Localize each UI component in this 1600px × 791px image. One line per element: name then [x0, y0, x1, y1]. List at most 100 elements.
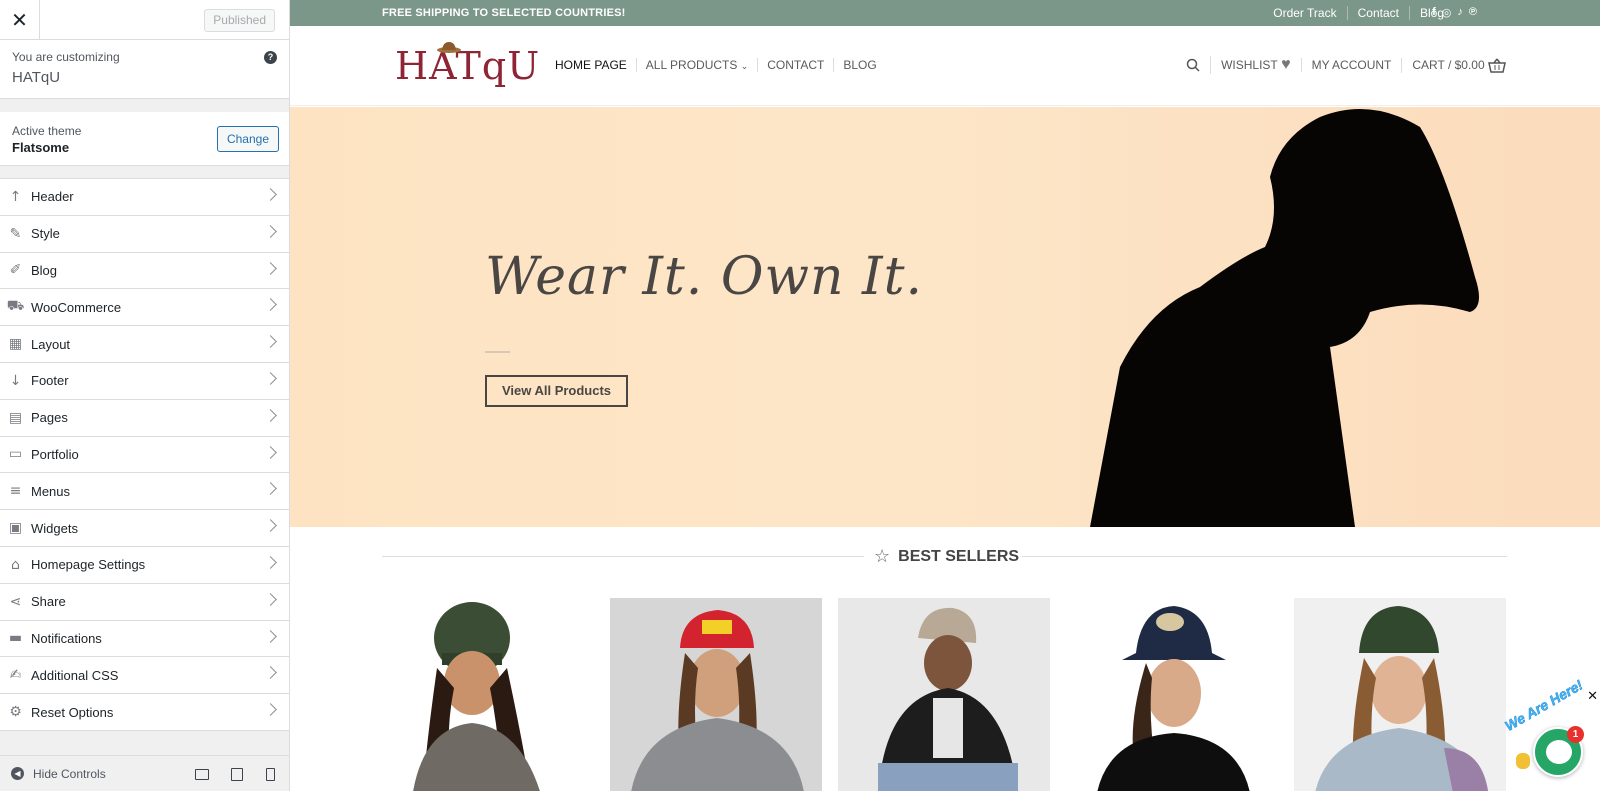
- panel-widgets[interactable]: ▣ Widgets: [0, 510, 289, 547]
- hero-banner: Wear It. Own It. View All Products: [290, 107, 1600, 527]
- chevron-down-icon: ⌄: [740, 61, 749, 71]
- change-theme-button[interactable]: Change: [216, 126, 279, 152]
- active-theme-section: Active theme Flatsome Change: [0, 112, 289, 166]
- search-icon[interactable]: [1176, 58, 1210, 72]
- heart-icon: ♥: [1281, 56, 1291, 73]
- top-links: Order Track Contact Blog: [1263, 6, 1454, 20]
- panel-notifications[interactable]: ▬ Notifications: [0, 620, 289, 658]
- panel-label: Homepage Settings: [31, 557, 146, 573]
- css-icon: ✍: [9, 667, 22, 684]
- chevron-right-icon: [264, 445, 277, 459]
- product-image[interactable]: [1294, 598, 1506, 791]
- gear-icon: ⚙: [9, 704, 22, 721]
- panel-label: Additional CSS: [31, 667, 119, 683]
- top-link-contact[interactable]: Contact: [1346, 6, 1409, 20]
- panel-woocommerce[interactable]: ⛟ WooCommerce: [0, 289, 289, 327]
- product-image[interactable]: [382, 598, 594, 791]
- panel-blog[interactable]: ✐ Blog: [0, 252, 289, 290]
- chevron-right-icon: [264, 298, 277, 312]
- close-chat-icon[interactable]: ✕: [1587, 689, 1598, 704]
- panel-label: Portfolio: [31, 446, 79, 462]
- nav-blog[interactable]: BLOG: [833, 58, 885, 72]
- widgets-icon: ▣: [8, 520, 23, 537]
- pinterest-icon[interactable]: ℗: [1469, 6, 1477, 19]
- product-image[interactable]: [838, 598, 1050, 791]
- panel-share[interactable]: ⋖ Share: [0, 583, 289, 621]
- close-icon[interactable]: ✕: [0, 0, 40, 40]
- social-icons: f ◎ ♪ ℗: [1432, 6, 1477, 19]
- arrow-up-icon: ↑: [9, 188, 22, 205]
- arrow-down-icon: ↓: [9, 372, 22, 389]
- panel-style[interactable]: ✎ Style: [0, 215, 289, 253]
- panel-label: Widgets: [31, 520, 78, 536]
- pages-icon: ▤: [8, 409, 23, 426]
- customizer-panels: ↑ Header ✎ Style ✐ Blog ⛟ WooCommerce ▦ Layou…: [0, 178, 289, 731]
- panel-label: Layout: [31, 336, 71, 352]
- home-icon: ⌂: [11, 556, 20, 573]
- nav-all-products[interactable]: ALL PRODUCTS ⌄: [635, 58, 757, 72]
- panel-label: WooCommerce: [31, 299, 122, 315]
- site-logo[interactable]: HATqU: [395, 44, 540, 88]
- published-button[interactable]: Published: [204, 9, 275, 32]
- top-link-order-track[interactable]: Order Track: [1263, 6, 1346, 20]
- hide-controls-label: Hide Controls: [33, 766, 106, 781]
- notification-icon: ▬: [8, 630, 23, 647]
- panel-reset-options[interactable]: ⚙ Reset Options: [0, 694, 289, 731]
- chevron-right-icon: [264, 629, 277, 643]
- nav-contact[interactable]: CONTACT: [757, 58, 833, 72]
- chevron-right-icon: [264, 592, 277, 606]
- product-image[interactable]: [610, 598, 822, 791]
- chevron-right-icon: [264, 556, 277, 569]
- nav-home-page[interactable]: HOME PAGE: [555, 58, 636, 72]
- cart-link[interactable]: CART / $0.00: [1401, 57, 1516, 73]
- pencil-icon: ✐: [9, 262, 22, 279]
- instagram-icon[interactable]: ◎: [1442, 6, 1452, 19]
- chevron-right-icon: [264, 261, 277, 275]
- main-nav: HOME PAGE ALL PRODUCTS ⌄ CONTACT BLOG: [555, 58, 886, 72]
- mobile-preview-icon[interactable]: [266, 768, 275, 781]
- customizing-info: You are customizing HATqU ?: [0, 40, 289, 99]
- view-all-products-button[interactable]: View All Products: [485, 375, 628, 407]
- chevron-right-icon: [264, 188, 277, 201]
- panel-label: Footer: [31, 373, 69, 389]
- product-image[interactable]: [1066, 598, 1278, 791]
- chevron-right-icon: [264, 408, 277, 422]
- customizing-label: You are customizing: [12, 50, 120, 64]
- panel-label: Notifications: [31, 630, 102, 646]
- customizer-footer: ◀ Hide Controls: [0, 755, 289, 791]
- panel-footer[interactable]: ↓ Footer: [0, 362, 289, 400]
- wishlist-link[interactable]: WISHLIST ♥: [1210, 56, 1301, 74]
- table-icon: ▦: [8, 336, 23, 353]
- site-header: HATqU HOME PAGE ALL PRODUCTS ⌄ CONTACT B…: [290, 26, 1600, 106]
- nav-label: ALL PRODUCTS: [645, 58, 738, 72]
- panel-homepage-settings[interactable]: ⌂ Homepage Settings: [0, 546, 289, 584]
- panel-layout[interactable]: ▦ Layout: [0, 326, 289, 363]
- my-account-link[interactable]: MY ACCOUNT: [1300, 58, 1402, 72]
- divider-line: [382, 556, 864, 557]
- panel-menus[interactable]: ≡ Menus: [0, 473, 289, 511]
- facebook-icon[interactable]: f: [1432, 6, 1436, 19]
- panel-label: Reset Options: [31, 704, 114, 720]
- folder-icon: ▭: [8, 446, 23, 463]
- tablet-preview-icon[interactable]: [231, 768, 243, 781]
- site-title: HATqU: [12, 69, 61, 86]
- panel-header[interactable]: ↑ Header: [0, 179, 289, 216]
- panel-label: Share: [31, 594, 66, 610]
- hide-controls-button[interactable]: ◀ Hide Controls: [11, 767, 106, 781]
- tiktok-icon[interactable]: ♪: [1457, 6, 1463, 19]
- chevron-right-icon: [264, 519, 277, 533]
- share-icon: ⋖: [9, 593, 22, 610]
- panel-pages[interactable]: ▤ Pages: [0, 399, 289, 437]
- collapse-icon: ◀: [11, 767, 24, 780]
- hero-divider: [485, 351, 510, 353]
- chat-bubble-icon: [1546, 740, 1572, 764]
- top-bar: FREE SHIPPING TO SELECTED COUNTRIES! Ord…: [290, 0, 1600, 26]
- panel-additional-css[interactable]: ✍ Additional CSS: [0, 657, 289, 695]
- help-icon[interactable]: ?: [264, 51, 277, 64]
- panel-portfolio[interactable]: ▭ Portfolio: [0, 436, 289, 474]
- shipping-notice: FREE SHIPPING TO SELECTED COUNTRIES!: [382, 7, 626, 19]
- desktop-preview-icon[interactable]: [195, 769, 209, 780]
- customizer-sidebar: ✕ Published You are customizing HATqU ? …: [0, 0, 290, 791]
- site-preview: FREE SHIPPING TO SELECTED COUNTRIES! Ord…: [290, 0, 1600, 791]
- panel-label: Pages: [31, 410, 68, 426]
